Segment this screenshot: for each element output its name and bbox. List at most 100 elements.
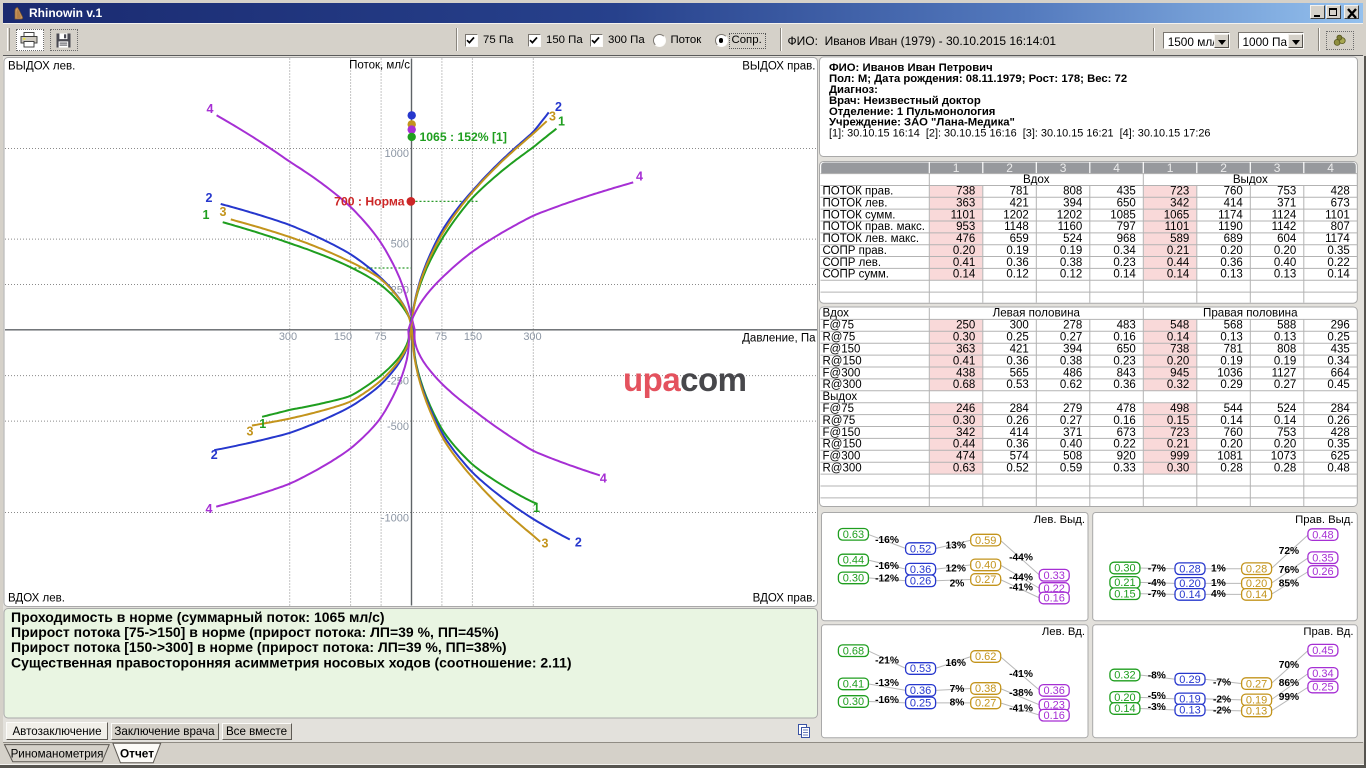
svg-text:-4%: -4% <box>1148 578 1166 589</box>
svg-text:760: 760 <box>1224 186 1243 198</box>
svg-text:0.44: 0.44 <box>1167 257 1190 269</box>
svg-text:75: 75 <box>374 331 386 343</box>
svg-text:-2%: -2% <box>1213 694 1231 705</box>
svg-text:808: 808 <box>1063 186 1082 198</box>
svg-text:0.44: 0.44 <box>843 555 864 567</box>
svg-text:0.20: 0.20 <box>1274 439 1296 451</box>
svg-text:421: 421 <box>1010 344 1029 356</box>
svg-text:-16%: -16% <box>875 695 899 706</box>
svg-text:650: 650 <box>1117 344 1136 356</box>
svg-text:-41%: -41% <box>1009 583 1033 594</box>
svg-text:604: 604 <box>1277 233 1297 245</box>
svg-text:-1000: -1000 <box>381 513 409 525</box>
svg-text:0.13: 0.13 <box>1179 705 1200 717</box>
svg-text:4: 4 <box>1327 161 1334 175</box>
svg-text:342: 342 <box>956 427 975 439</box>
svg-text:1036: 1036 <box>1217 367 1243 379</box>
svg-text:0.28: 0.28 <box>1246 563 1267 575</box>
svg-text:1174: 1174 <box>1218 209 1243 221</box>
svg-text:945: 945 <box>1170 367 1189 379</box>
svg-text:1101: 1101 <box>951 209 976 221</box>
svg-text:1: 1 <box>203 208 210 222</box>
svg-text:150: 150 <box>464 331 482 343</box>
svg-text:650: 650 <box>1117 198 1136 210</box>
svg-text:Лев. Вд.: Лев. Вд. <box>1042 626 1085 638</box>
svg-text:1073: 1073 <box>1271 451 1297 463</box>
svg-text:2: 2 <box>206 191 213 205</box>
svg-text:Прав. Вд.: Прав. Вд. <box>1303 626 1353 638</box>
svg-text:0.25: 0.25 <box>1312 682 1333 694</box>
svg-text:0.30: 0.30 <box>953 332 975 344</box>
svg-text:279: 279 <box>1063 403 1082 415</box>
svg-text:807: 807 <box>1331 221 1350 233</box>
svg-text:4: 4 <box>636 170 643 184</box>
svg-text:0.13: 0.13 <box>1220 332 1242 344</box>
svg-text:0.48: 0.48 <box>1312 529 1333 541</box>
svg-text:0.35: 0.35 <box>1312 552 1333 564</box>
svg-text:0.62: 0.62 <box>1060 379 1082 391</box>
svg-text:723: 723 <box>1170 186 1189 198</box>
svg-text:428: 428 <box>1331 186 1350 198</box>
svg-text:0.14: 0.14 <box>953 269 976 281</box>
svg-text:2: 2 <box>1220 161 1227 175</box>
svg-text:371: 371 <box>1063 427 1082 439</box>
svg-text:0.36: 0.36 <box>910 564 931 576</box>
svg-text:0.21: 0.21 <box>1167 439 1189 451</box>
svg-text:342: 342 <box>1170 198 1189 210</box>
svg-text:12%: 12% <box>946 563 966 574</box>
svg-text:0.14: 0.14 <box>1274 415 1297 427</box>
svg-text:0.35: 0.35 <box>1327 439 1349 451</box>
svg-text:-16%: -16% <box>875 535 899 546</box>
svg-text:0.14: 0.14 <box>1167 269 1190 281</box>
svg-text:421: 421 <box>1010 198 1029 210</box>
svg-text:0.27: 0.27 <box>1060 332 1082 344</box>
svg-text:3: 3 <box>1060 161 1067 175</box>
svg-text:1202: 1202 <box>1057 209 1083 221</box>
svg-text:-38%: -38% <box>1009 688 1033 699</box>
svg-text:689: 689 <box>1224 233 1243 245</box>
svg-text:483: 483 <box>1117 320 1136 332</box>
svg-text:2%: 2% <box>950 579 965 590</box>
svg-text:1148: 1148 <box>1004 221 1029 233</box>
svg-text:1190: 1190 <box>1218 221 1243 233</box>
svg-text:476: 476 <box>956 233 975 245</box>
svg-text:920: 920 <box>1117 451 1136 463</box>
svg-text:428: 428 <box>1331 427 1350 439</box>
svg-text:F@75: F@75 <box>823 403 855 415</box>
svg-text:568: 568 <box>1224 320 1243 332</box>
svg-text:1065: 1065 <box>1164 209 1190 221</box>
svg-text:1202: 1202 <box>1003 209 1029 221</box>
svg-text:0.16: 0.16 <box>1113 415 1135 427</box>
svg-text:-41%: -41% <box>1009 704 1033 715</box>
svg-text:0.20: 0.20 <box>1220 245 1242 257</box>
svg-text:R@75: R@75 <box>823 415 856 427</box>
svg-text:-12%: -12% <box>875 574 899 585</box>
svg-text:Правая половина: Правая половина <box>1203 307 1298 320</box>
svg-text:F@300: F@300 <box>823 451 861 463</box>
svg-text:625: 625 <box>1331 451 1350 463</box>
svg-text:524: 524 <box>1277 403 1297 415</box>
svg-text:0.19: 0.19 <box>1006 245 1028 257</box>
svg-text:1: 1 <box>558 115 565 129</box>
svg-text:296: 296 <box>1331 320 1350 332</box>
svg-text:Прирост потока [150->300] в но: Прирост потока [150->300] в норме (приро… <box>11 639 507 655</box>
svg-text:0.36: 0.36 <box>1113 379 1135 391</box>
svg-text:0.59: 0.59 <box>1060 463 1082 475</box>
svg-text:1085: 1085 <box>1110 209 1136 221</box>
svg-text:0.68: 0.68 <box>843 645 864 657</box>
svg-text:0.29: 0.29 <box>1220 379 1242 391</box>
svg-text:-13%: -13% <box>875 678 899 689</box>
svg-text:R@150: R@150 <box>823 439 862 451</box>
svg-text:0.30: 0.30 <box>843 573 864 585</box>
svg-text:0.59: 0.59 <box>975 535 996 547</box>
svg-text:0.27: 0.27 <box>975 698 996 710</box>
svg-text:474: 474 <box>956 451 976 463</box>
svg-text:0.16: 0.16 <box>1043 710 1064 722</box>
svg-text:upacom: upacom <box>623 361 747 398</box>
svg-text:0.14: 0.14 <box>1327 269 1350 281</box>
svg-text:-44%: -44% <box>1009 552 1033 563</box>
svg-text:0.16: 0.16 <box>1043 593 1064 605</box>
svg-text:0.15: 0.15 <box>1167 415 1189 427</box>
svg-text:0.33: 0.33 <box>1113 463 1135 475</box>
svg-text:1142: 1142 <box>1272 221 1297 233</box>
